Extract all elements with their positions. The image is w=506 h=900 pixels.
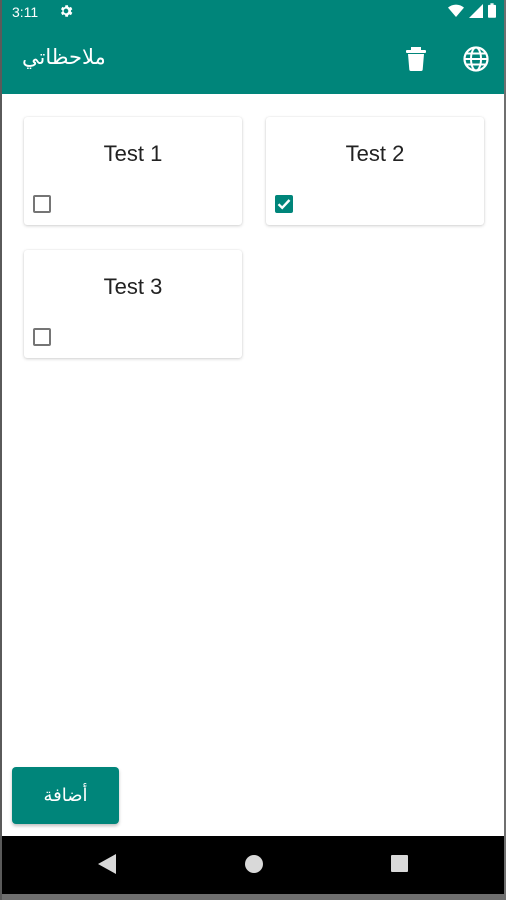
wifi-icon (448, 4, 464, 23)
note-card[interactable]: Test 1 (24, 117, 242, 225)
check-icon (277, 199, 291, 210)
status-icons (448, 3, 496, 23)
note-card[interactable]: Test 2 (266, 117, 484, 225)
note-checkbox[interactable] (33, 328, 51, 346)
back-icon[interactable] (98, 854, 116, 879)
note-checkbox[interactable] (275, 195, 293, 213)
delete-button[interactable] (400, 43, 432, 75)
note-card[interactable]: Test 3 (24, 250, 242, 358)
note-title: Test 1 (103, 141, 163, 166)
app-bar: ملاحظاتي (0, 24, 506, 94)
globe-icon (463, 46, 489, 72)
note-title: Test 3 (103, 274, 163, 299)
recents-icon[interactable] (391, 855, 408, 872)
home-icon[interactable] (245, 855, 263, 873)
note-title: Test 2 (345, 141, 405, 166)
signal-icon (469, 3, 483, 23)
note-checkbox[interactable] (33, 195, 51, 213)
navigation-bar (0, 836, 506, 894)
delete-icon (406, 47, 426, 71)
screen-edge-bottom (0, 894, 506, 900)
app-title: ملاحظاتي (22, 45, 106, 69)
gear-icon (58, 3, 74, 19)
screen-edge-left (0, 0, 2, 900)
language-button[interactable] (460, 43, 492, 75)
status-bar: 3:11 (0, 0, 506, 24)
add-button[interactable]: أضافة (12, 767, 119, 824)
battery-icon (488, 3, 496, 23)
status-time: 3:11 (12, 4, 39, 20)
